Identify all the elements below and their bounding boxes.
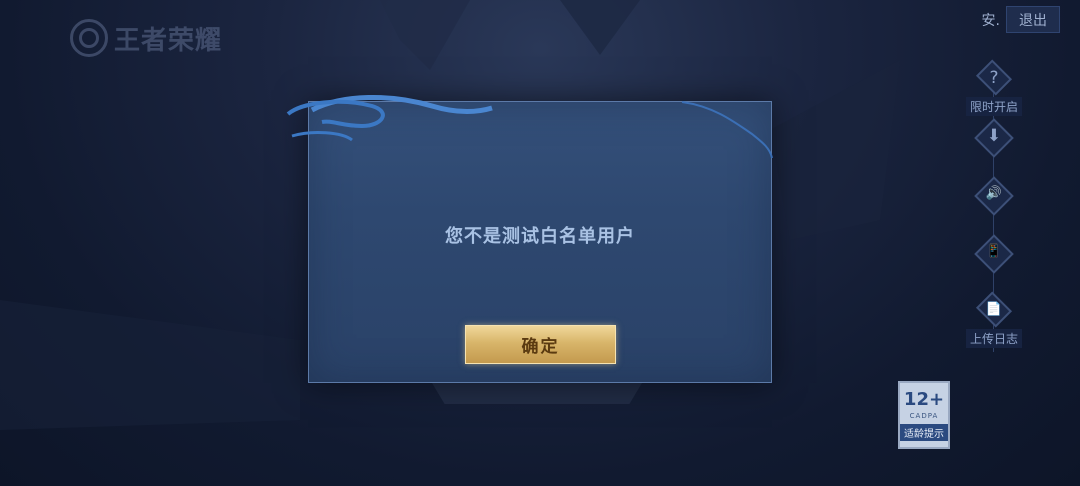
phone-icon: 📱: [985, 244, 1003, 259]
side-toolbar: ? 限时开启 ⬇ 🔊 📱 📄 上传日志: [952, 58, 1036, 352]
logo-emblem-icon: [70, 19, 108, 57]
account-name: 安.: [981, 12, 1000, 29]
tool-label: 限时开启: [965, 97, 1022, 116]
age-rating: 12+: [903, 389, 945, 410]
age-rating-org: CADPA: [909, 412, 939, 420]
tool-sound[interactable]: 🔊: [952, 174, 1036, 232]
tool-upload-log[interactable]: 📄 上传日志: [952, 290, 1036, 348]
speaker-icon: 🔊: [985, 186, 1003, 201]
question-icon: ?: [989, 68, 999, 88]
logo-text: 王者荣耀: [114, 25, 223, 56]
game-logo: 王者荣耀: [70, 16, 222, 60]
dialog-message: 您不是测试白名单用户: [445, 226, 635, 247]
confirm-button[interactable]: 确定: [465, 325, 616, 364]
dialog-cloud-ornament: [286, 95, 773, 159]
tool-label: 上传日志: [965, 329, 1022, 348]
age-tip-label: 适龄提示: [900, 424, 948, 441]
logout-button[interactable]: 退出: [1006, 6, 1060, 33]
account-bar: 安. 退出: [982, 6, 1060, 33]
download-icon: ⬇: [986, 126, 1002, 146]
tool-download[interactable]: ⬇: [952, 116, 1036, 174]
log-upload-icon: 📄: [985, 302, 1003, 317]
age-rating-badge[interactable]: 12+ CADPA 适龄提示: [898, 381, 950, 449]
tool-limited-open[interactable]: ? 限时开启: [952, 58, 1036, 116]
tool-phone[interactable]: 📱: [952, 232, 1036, 290]
